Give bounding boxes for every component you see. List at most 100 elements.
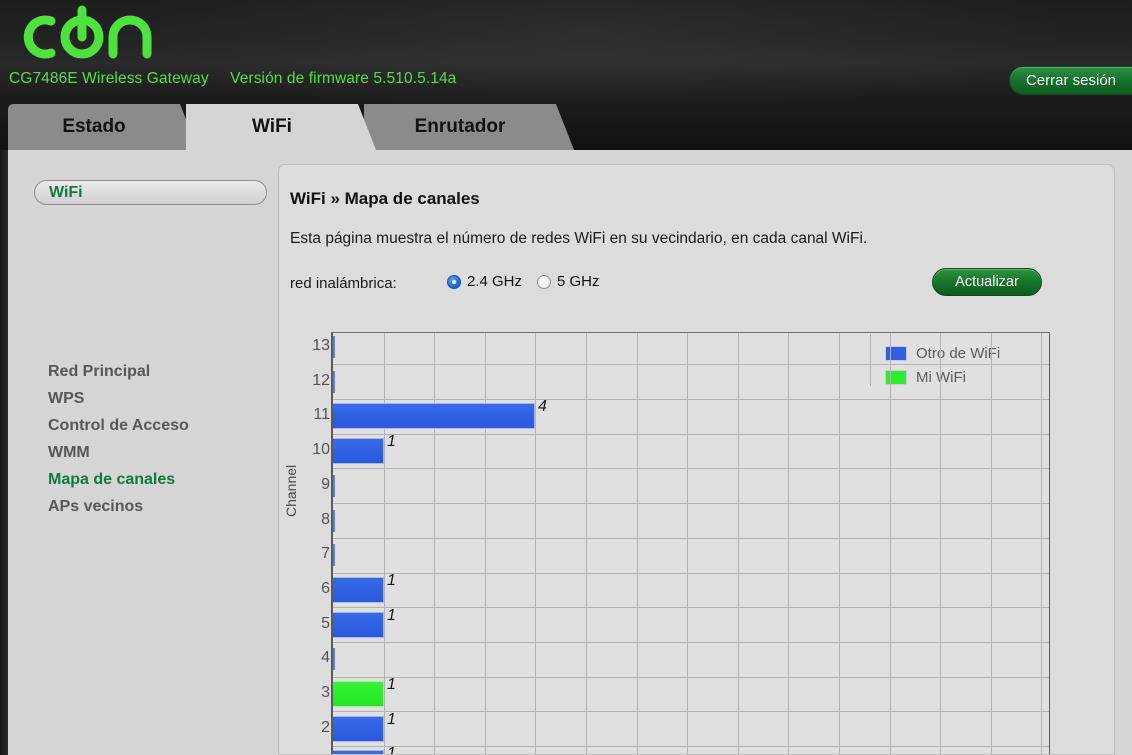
chart-bar-empty [333,544,335,566]
sidebar-item-wmm[interactable]: WMM [48,444,90,462]
chart-bar-value: 1 [387,676,396,693]
legend-swatch-icon [885,369,907,385]
chart-hgridline [333,468,1049,469]
radio-5ghz-label: 5 GHz [557,273,600,290]
sidebar-header[interactable]: WiFi [34,180,267,205]
chart-bar [333,577,384,603]
chart-bar-empty [333,336,335,358]
product-line: CG7486E Wireless Gateway Versión de firm… [9,70,456,88]
chart-hgridline [333,503,1049,504]
chart-hgridline [333,399,1049,400]
chart-bar-value: 1 [387,433,396,450]
chart-hgridline [333,677,1049,678]
chart-y-tick: 8 [321,511,330,528]
tab-enrutador-label: Enrutador [414,116,506,137]
sidebar-item-label: Mapa de canales [48,471,176,488]
chart-vgridline [738,333,739,754]
sidebar-item-mapa-de-canales[interactable]: Mapa de canales [48,471,175,489]
chart-vgridline [586,333,587,754]
refresh-button[interactable]: Actualizar [932,268,1042,296]
chart-vgridline [890,333,891,754]
chart-y-tick: 13 [312,337,330,354]
chart-vgridline [788,333,789,754]
chart-y-tick: 11 [313,406,330,423]
chart-y-tick: 3 [321,684,330,701]
chart-bar [333,681,384,707]
chart-vgridline [839,333,840,754]
chart-bar-empty [333,475,335,497]
sidebar-item-aps-vecinos[interactable]: APs vecinos [48,498,143,516]
sidebar-item-label: WMM [48,444,90,461]
chart-bar-value: 1 [387,607,396,624]
page-body: WiFi Red Principal WPS Control de Acceso… [0,150,1132,755]
sidebar-item-label: Red Principal [48,363,151,380]
firmware-version: Versión de firmware 5.510.5.14a [230,70,457,87]
sidebar-header-label: WiFi [49,183,83,201]
chart-bar-value: 1 [387,572,396,589]
chart-vgridline [687,333,688,754]
controls-row: red inalámbrica: 2.4 GHz 5 GHz Actualiza… [279,268,1114,304]
chart-hgridline [333,607,1049,608]
logout-button[interactable]: Cerrar sesión [1008,66,1132,95]
chart-y-tick: 4 [321,649,330,666]
product-name: CG7486E Wireless Gateway [9,70,209,87]
radio-5ghz[interactable]: 5 GHz [537,273,600,290]
channel-map-chart: Channel 13121110987654321 Otro de WiFi M… [279,332,1114,754]
sidebar-item-label: APs vecinos [48,498,144,515]
sidebar-item-red-principal[interactable]: Red Principal [48,363,150,381]
chart-y-tick: 2 [321,719,330,736]
chart-hgridline [333,711,1049,712]
chart-y-tick: 7 [321,545,330,562]
sidebar-item-control-de-acceso[interactable]: Control de Acceso [48,417,189,435]
radio-2-4ghz-label: 2.4 GHz [467,273,523,290]
chart-y-tick: 10 [312,441,330,458]
header-sheen [0,0,1132,104]
legend-swatch-icon [885,345,907,361]
chart-vgridline [991,333,992,754]
chart-hgridline [333,434,1049,435]
chart-y-axis-ticks: 13121110987654321 [279,332,330,754]
left-edge-strip [0,150,8,755]
sidebar: WiFi Red Principal WPS Control de Acceso… [8,150,278,755]
chart-vgridline [637,333,638,754]
chart-bar-value: 4 [538,398,547,415]
chart-plot-area: Otro de WiFi Mi WiFi 4 1 1 1 1 1 1 [331,332,1050,754]
chart-vgridline [535,333,536,754]
chart-bar-empty [333,648,335,670]
chart-y-tick: 9 [321,476,330,493]
tab-wifi-label: WiFi [252,116,292,137]
legend-label: Otro de WiFi [916,344,1001,362]
chart-vgridline [485,333,486,754]
chart-y-tick: 5 [321,615,330,632]
tab-wifi[interactable]: WiFi [186,104,376,150]
chart-hgridline [333,746,1049,747]
legend-entry-mi-wifi: Mi WiFi [885,365,1048,389]
chart-vgridline [940,333,941,754]
app-header: CG7486E Wireless Gateway Versión de firm… [0,0,1132,104]
tab-estado[interactable]: Estado [8,104,198,150]
chart-bar [333,750,384,754]
chart-vgridline [434,333,435,754]
chart-hgridline [333,364,1049,365]
chart-bar [333,612,384,638]
chart-bar-value: 1 [387,711,396,728]
radio-2-4ghz[interactable]: 2.4 GHz [447,273,522,290]
chart-hgridline [333,642,1049,643]
sidebar-item-wps[interactable]: WPS [48,390,84,408]
wireless-network-label: red inalámbrica: [290,275,397,292]
radio-dot-icon [537,274,551,289]
chart-hgridline [333,573,1049,574]
sidebar-item-label: WPS [48,390,85,407]
tab-estado-label: Estado [62,116,126,137]
chart-hgridline [333,538,1049,539]
chart-bar [333,403,535,429]
cbn-logo-icon [10,4,160,62]
chart-bar [333,716,384,742]
legend-entry-otro-de-wifi: Otro de WiFi [885,341,1048,365]
chart-vgridline [1041,333,1042,754]
chart-bar-empty [333,510,335,532]
chart-y-tick: 12 [312,372,330,389]
breadcrumb: WiFi » Mapa de canales [290,189,480,208]
chart-vgridline [384,333,385,754]
tab-enrutador[interactable]: Enrutador [364,104,574,150]
